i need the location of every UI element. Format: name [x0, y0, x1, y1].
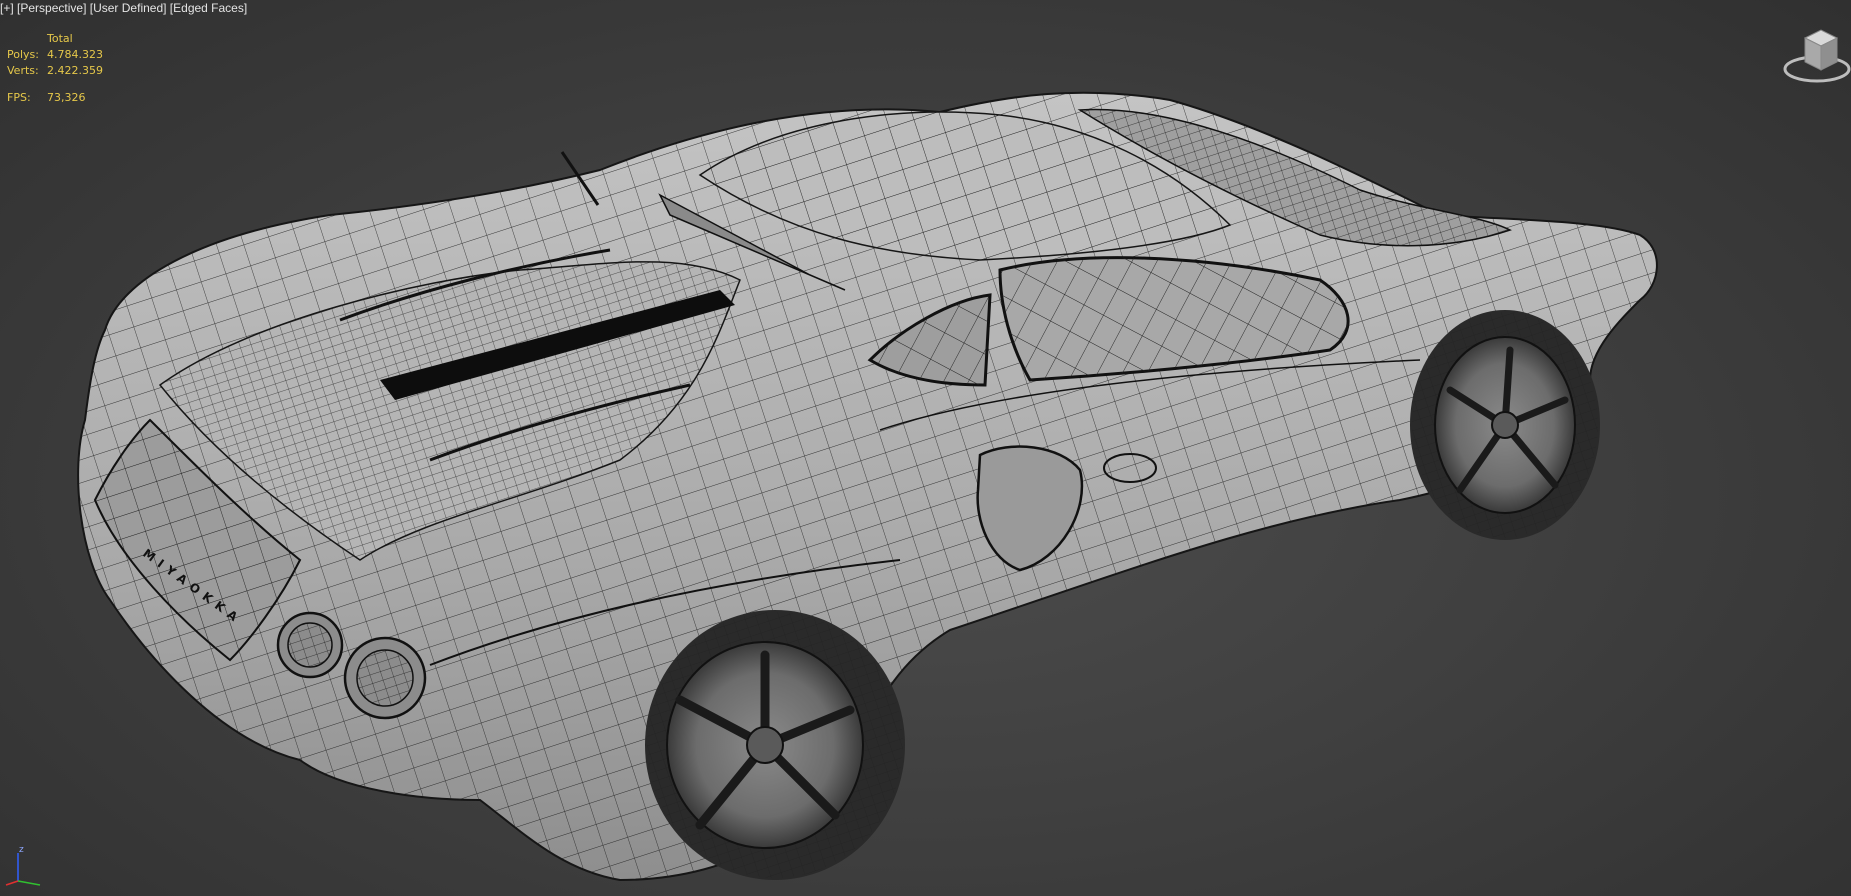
viewport-label-bracket: ] [ — [10, 1, 21, 15]
viewport-menu-edged-faces[interactable]: Edged Faces — [173, 0, 244, 16]
viewcube-icon[interactable] — [1779, 24, 1851, 88]
viewport-label-bracket: ] — [243, 1, 248, 15]
stats-verts-row: Verts: 2.422.359 — [7, 63, 103, 79]
front-wheel — [1410, 310, 1600, 540]
rear-wheel — [645, 610, 905, 880]
axis-tripod-icon: z — [5, 845, 41, 886]
stats-header: Total — [47, 32, 73, 45]
viewport-label-bracket: ] [ — [163, 1, 174, 15]
stats-fps-value: 73,326 — [47, 91, 86, 104]
viewport-menu-plus[interactable]: + — [3, 0, 10, 16]
perspective-viewport[interactable]: MIYAOKKA [+] [Perspective] [User De… — [0, 0, 1851, 896]
stats-fps-label: FPS: — [7, 91, 31, 104]
car-wireframe-model[interactable]: MIYAOKKA — [0, 0, 1851, 896]
stats-fps-row: FPS: 73,326 — [7, 90, 103, 106]
stats-polys-value: 4.784.323 — [47, 48, 103, 61]
viewport-label-bracket: ] [ — [83, 1, 94, 15]
stats-verts-value: 2.422.359 — [47, 64, 103, 77]
viewport-menu-perspective[interactable]: Perspective — [20, 0, 83, 16]
statistics-overlay: Total Polys: 4.784.323 Verts: 2.422.359 … — [7, 31, 103, 106]
stats-polys-row: Polys: 4.784.323 — [7, 47, 103, 63]
viewport-label[interactable]: [ + ] [ Perspective ] [ User Defined ] [… — [0, 0, 247, 16]
stats-verts-label: Verts: — [7, 64, 39, 77]
viewport-menu-shading-mode[interactable]: User Defined — [93, 0, 163, 16]
stats-polys-label: Polys: — [7, 48, 39, 61]
axis-z-label: z — [19, 845, 24, 855]
